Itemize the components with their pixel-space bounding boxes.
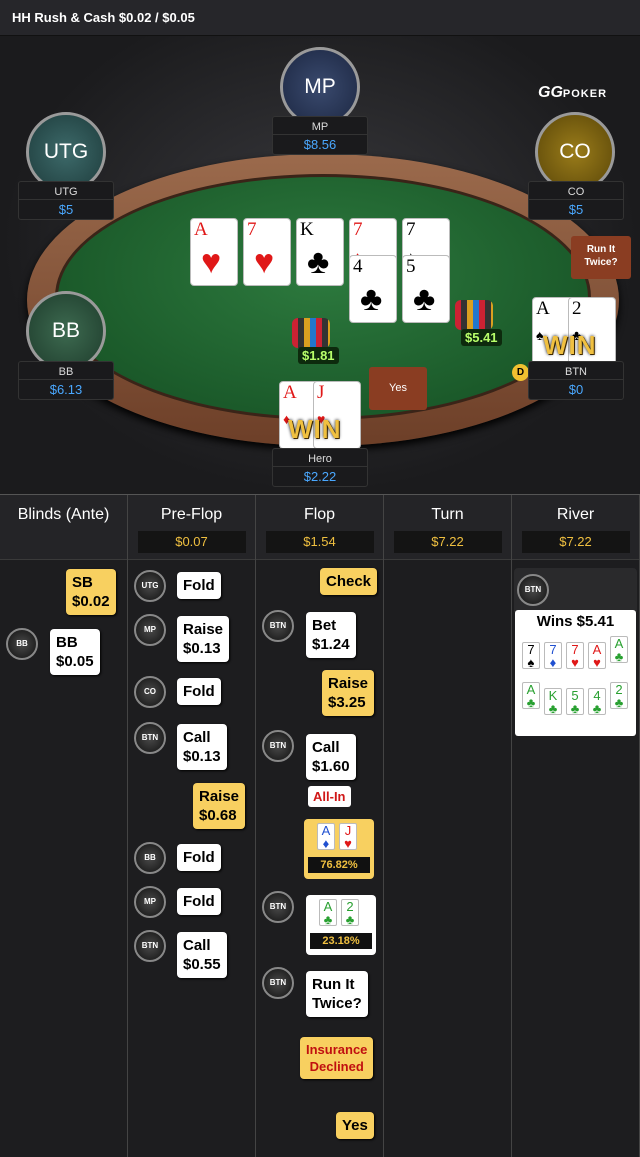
seat-hero-name: Hero: [273, 451, 367, 467]
player-badge: BTN: [262, 967, 294, 999]
seat-bb-name: BB: [19, 364, 113, 380]
header-bar: HH Rush & Cash $0.02 / $0.05: [0, 0, 640, 36]
pot-chips-icon: [455, 300, 493, 330]
tab-river[interactable]: River $7.22: [512, 495, 640, 561]
tab-preflop[interactable]: Pre-Flop $0.07: [128, 495, 256, 561]
hero-action: Raise $3.25: [322, 670, 375, 716]
seat-utg-stack: $5: [58, 202, 74, 217]
seat-co-stack: $5: [568, 202, 584, 217]
player-badge: MP: [134, 886, 166, 918]
turn-pot: $7.22: [393, 531, 502, 553]
seat-btn-name: BTN: [529, 364, 623, 380]
player-badge: UTG: [134, 570, 166, 602]
action-item: Fold: [177, 678, 221, 705]
board-card: 7 ♥: [243, 218, 291, 286]
action-item: Run It Twice?: [306, 971, 368, 1017]
player-badge: MP: [134, 614, 166, 646]
player-badge: BB: [134, 842, 166, 874]
seat-hero-plate: Hero $2.22: [272, 448, 368, 487]
action-item: Fold: [177, 572, 221, 599]
hero-equity: 76.82%: [308, 857, 370, 873]
yes-button[interactable]: Yes: [369, 367, 427, 410]
player-badge: BTN: [134, 722, 166, 754]
seat-utg-avatar[interactable]: UTG: [26, 112, 106, 192]
run-it-twice-button[interactable]: Run It Twice?: [571, 236, 631, 279]
tab-turn[interactable]: Turn $7.22: [384, 495, 512, 561]
board-card: A ♥: [190, 218, 238, 286]
tab-flop[interactable]: Flop $1.54: [256, 495, 384, 561]
btn-equity: 23.18%: [310, 933, 372, 949]
river-result-card: Wins $5.41 7 ♠ 7 ♦ 7 ♥ A ♥ A ♣ A ♣ K ♣ 5 ♣ 4 ♣ 2 ♣: [515, 610, 636, 736]
street-header: Blinds (Ante) Pre-Flop $0.07 Flop $1.54 Tu…: [0, 494, 640, 561]
insurance-declined: Insurance Declined: [300, 1037, 374, 1079]
action-item: Raise $0.13: [177, 616, 230, 662]
pot-right-amount: $5.41: [461, 329, 502, 346]
seat-bb-avatar[interactable]: BB: [26, 291, 106, 371]
hero-equity-box: A ♦ J ♥ 76.82%: [304, 819, 374, 879]
seat-utg-name: UTG: [19, 184, 113, 200]
action-sb: SB $0.02: [66, 569, 116, 615]
player-badge: CO: [134, 676, 166, 708]
action-item: Call $0.55: [177, 932, 227, 978]
river-pot: $7.22: [521, 531, 630, 553]
seat-co-avatar[interactable]: CO: [535, 112, 615, 192]
dealer-button-icon: D: [512, 364, 529, 381]
action-item: Call $1.60: [306, 734, 356, 780]
btn-equity-box: A ♣ 2 ♣ 23.18%: [306, 895, 376, 955]
hand-history-panel: Blinds (Ante) Pre-Flop $0.07 Flop $1.54 Tu…: [0, 494, 640, 1157]
action-item: Fold: [177, 888, 221, 915]
seat-mp-stack: $8.56: [303, 137, 337, 152]
seat-bb-plate: BB $6.13: [18, 361, 114, 400]
seat-bb-stack: $6.13: [49, 382, 83, 397]
seat-mp-name: MP: [273, 119, 367, 135]
seat-utg-plate: UTG $5: [18, 181, 114, 220]
all-in-badge: All-In: [308, 786, 351, 807]
hero-action: Check: [320, 568, 378, 595]
player-badge: BTN: [134, 930, 166, 962]
seat-mp-plate: MP $8.56: [272, 116, 368, 155]
seat-btn-stack: $0: [568, 382, 584, 397]
hand-title: HH Rush & Cash $0.02 / $0.05: [12, 10, 195, 25]
gg-poker-logo: GGPOKER: [538, 84, 608, 101]
seat-btn-plate: BTN $0: [528, 361, 624, 400]
action-item: Bet $1.24: [306, 612, 356, 658]
hero-win-banner: WIN: [288, 414, 342, 444]
action-item: Call $0.13: [177, 724, 227, 770]
column-turn: [384, 494, 512, 1157]
action-bb: BB $0.05: [50, 629, 100, 675]
pot-chips-icon: [292, 318, 330, 348]
action-item: Fold: [177, 844, 221, 871]
seat-mp-avatar[interactable]: MP: [280, 47, 360, 127]
pot-left-amount: $1.81: [298, 347, 339, 364]
player-badge: BTN: [262, 891, 294, 923]
btn-win-banner: WIN: [543, 330, 597, 360]
player-badge: BTN: [517, 574, 549, 606]
preflop-pot: $0.07: [137, 531, 246, 553]
board-card-run2: 5 ♣: [402, 255, 450, 323]
tab-blinds[interactable]: Blinds (Ante): [0, 495, 128, 561]
player-badge: BTN: [262, 610, 294, 642]
seat-co-plate: CO $5: [528, 181, 624, 220]
winner-text: Wins $5.41: [536, 613, 615, 630]
player-badge: BB: [6, 628, 38, 660]
seat-co-name: CO: [529, 184, 623, 200]
player-badge: BTN: [262, 730, 294, 762]
board-card: K ♣: [296, 218, 344, 286]
flop-pot: $1.54: [265, 531, 374, 553]
hero-action: Yes: [336, 1112, 374, 1139]
board-card-run2: 4 ♣: [349, 255, 397, 323]
seat-hero-stack: $2.22: [303, 469, 337, 484]
hero-action: Raise $0.68: [193, 783, 246, 829]
